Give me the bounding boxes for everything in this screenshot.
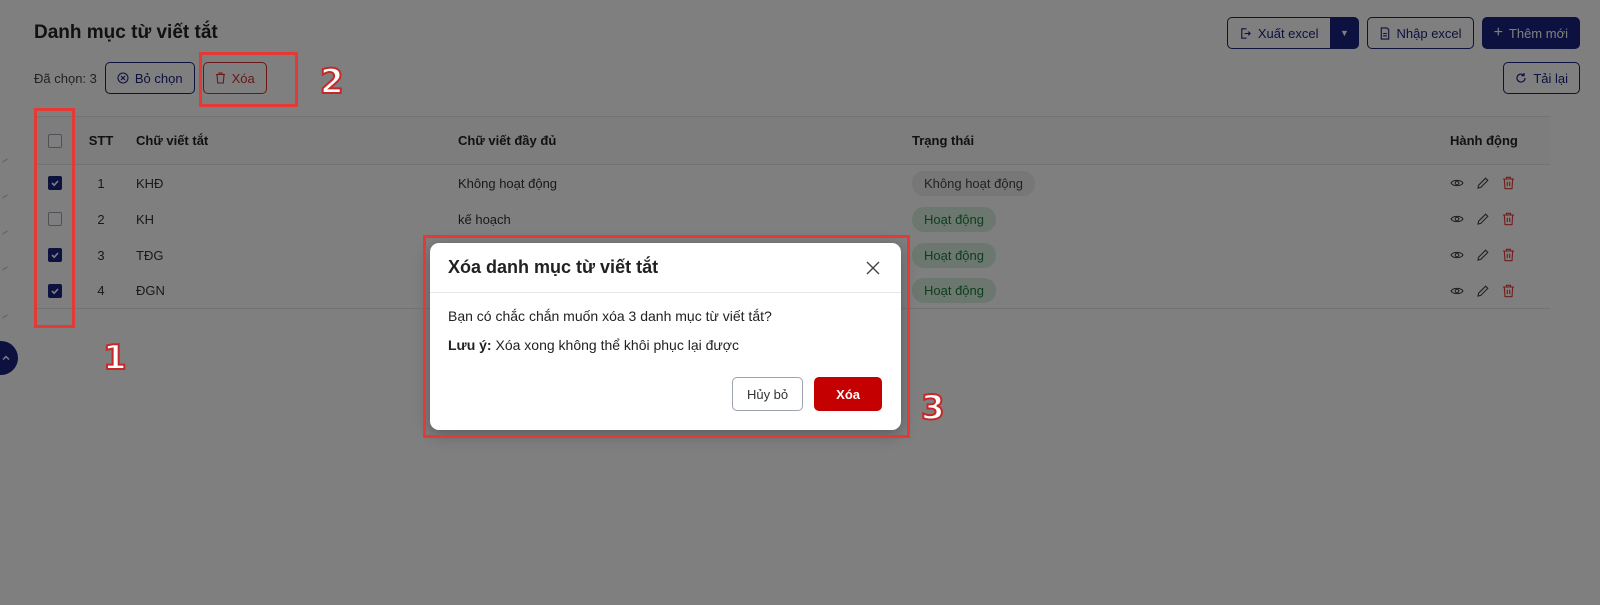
highlight-confirm-dialog — [423, 235, 910, 438]
highlight-delete-button — [199, 52, 298, 107]
step-marker-2: 2 — [319, 61, 345, 103]
step-marker-3: 3 — [920, 387, 946, 429]
highlight-checkbox-column — [34, 108, 75, 328]
step-marker-1: 1 — [102, 337, 128, 379]
